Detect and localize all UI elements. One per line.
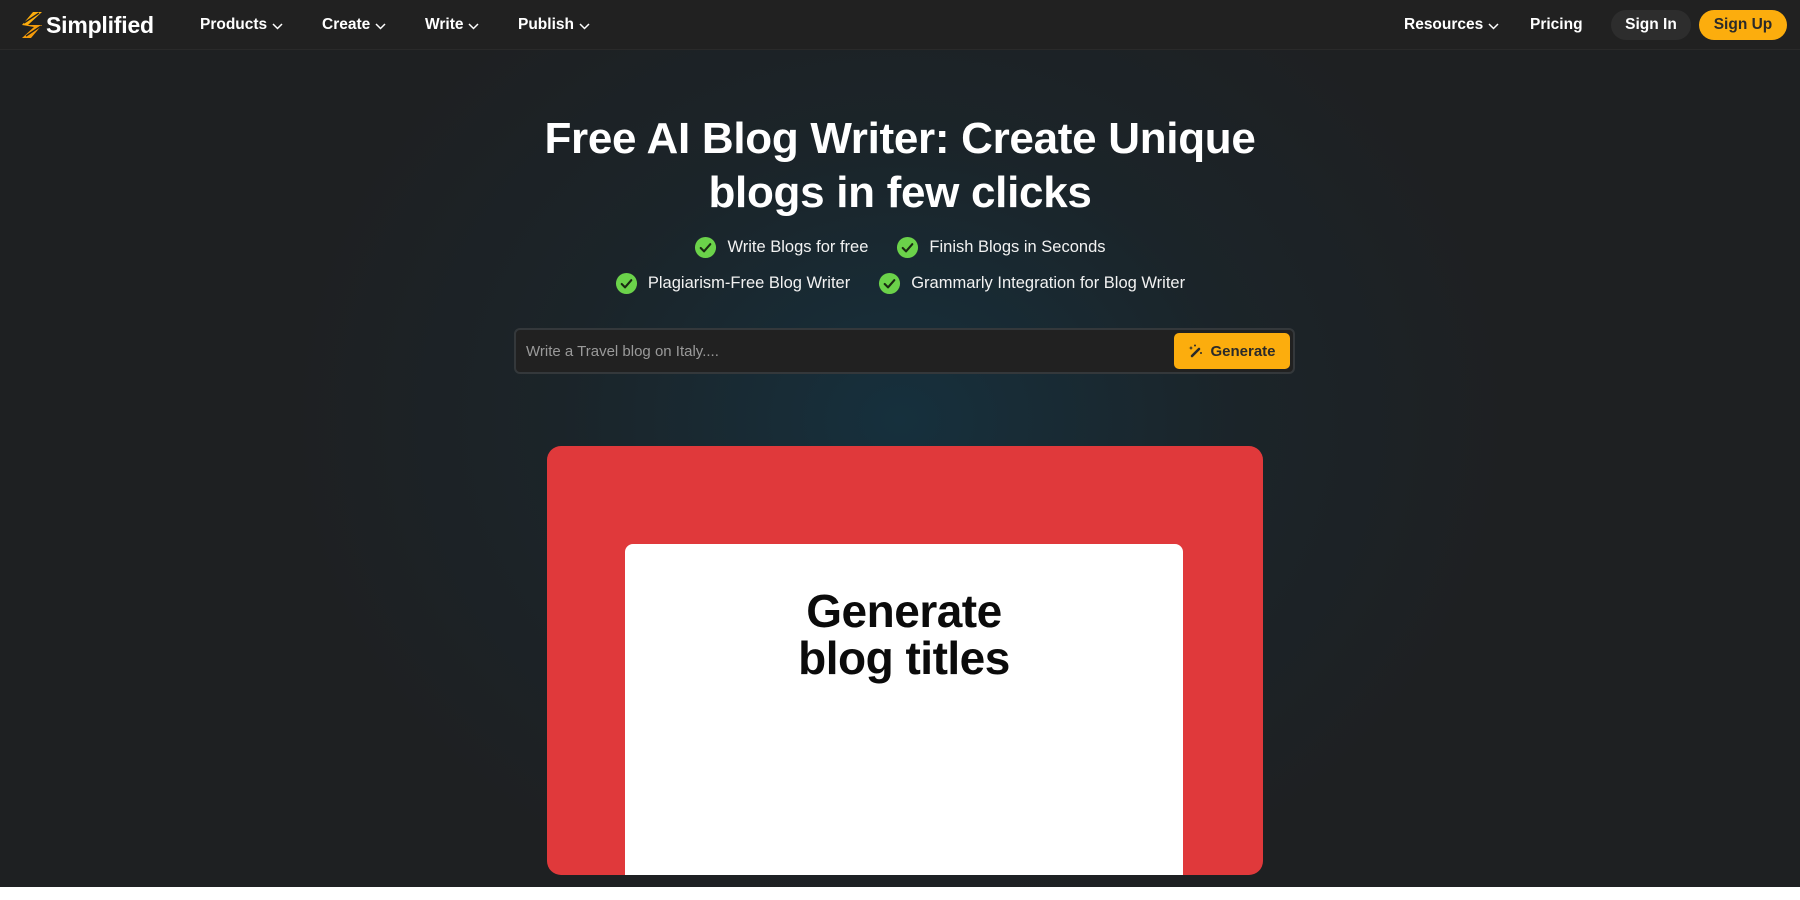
nav-create[interactable]: Create bbox=[322, 13, 386, 37]
demo-heading: Generate blog titles bbox=[625, 588, 1183, 682]
feature-item: Grammarly Integration for Blog Writer bbox=[878, 272, 1185, 295]
check-circle-icon bbox=[615, 272, 637, 295]
feature-list-row-1: Write Blogs for free Finish Blogs in Sec… bbox=[400, 236, 1400, 259]
chevron-down-icon bbox=[272, 22, 283, 30]
simplified-logo-icon bbox=[22, 12, 42, 38]
feature-item: Finish Blogs in Seconds bbox=[896, 236, 1106, 259]
page-title: Free AI Blog Writer: Create Unique blogs… bbox=[400, 112, 1400, 220]
nav-write-label: Write bbox=[425, 16, 464, 33]
sign-up-button[interactable]: Sign Up bbox=[1699, 10, 1787, 40]
nav-pricing[interactable]: Pricing bbox=[1530, 13, 1583, 37]
feature-item: Plagiarism-Free Blog Writer bbox=[615, 272, 850, 295]
chevron-down-icon bbox=[468, 22, 480, 30]
feature-label: Plagiarism-Free Blog Writer bbox=[647, 274, 851, 292]
feature-list-row-2: Plagiarism-Free Blog Writer Grammarly In… bbox=[400, 272, 1400, 295]
nav-products-label: Products bbox=[200, 16, 268, 33]
page-background: Simplified Products Create Write Publish… bbox=[0, 0, 1800, 887]
nav-publish[interactable]: Publish bbox=[518, 13, 590, 37]
chevron-down-icon bbox=[579, 22, 590, 30]
nav-create-label: Create bbox=[322, 16, 371, 33]
demo-video-frame: Generate blog titles bbox=[547, 446, 1263, 875]
generate-button-label: Generate bbox=[1210, 342, 1276, 360]
check-circle-icon bbox=[879, 272, 901, 295]
generate-button[interactable]: Generate bbox=[1174, 333, 1290, 369]
nav-write[interactable]: Write bbox=[425, 13, 480, 37]
page-title-line2: blogs in few clicks bbox=[708, 168, 1092, 217]
feature-item: Write Blogs for free bbox=[694, 236, 868, 259]
page-bottom-edge bbox=[0, 887, 1800, 900]
chevron-down-icon bbox=[1488, 22, 1499, 30]
nav-pricing-label: Pricing bbox=[1530, 16, 1583, 33]
chevron-down-icon bbox=[375, 22, 386, 30]
check-circle-icon bbox=[695, 236, 717, 259]
top-navigation: Simplified Products Create Write Publish… bbox=[0, 0, 1800, 50]
nav-resources-label: Resources bbox=[1404, 16, 1484, 33]
brand-logo[interactable]: Simplified bbox=[20, 9, 154, 41]
blog-prompt-form: Generate bbox=[514, 328, 1295, 374]
sign-in-button[interactable]: Sign In bbox=[1611, 10, 1691, 40]
feature-label: Grammarly Integration for Blog Writer bbox=[911, 274, 1186, 292]
feature-label: Finish Blogs in Seconds bbox=[929, 238, 1106, 256]
check-circle-icon bbox=[897, 236, 919, 259]
nav-resources[interactable]: Resources bbox=[1404, 13, 1499, 37]
nav-publish-label: Publish bbox=[518, 16, 574, 33]
brand-name: Simplified bbox=[46, 11, 154, 38]
demo-screen: Generate blog titles bbox=[625, 544, 1183, 875]
magic-wand-icon bbox=[1189, 344, 1203, 358]
blog-prompt-input[interactable] bbox=[526, 330, 1166, 372]
demo-heading-line2: blog titles bbox=[798, 632, 1010, 684]
page-title-line1: Free AI Blog Writer: Create Unique bbox=[544, 114, 1256, 163]
nav-products[interactable]: Products bbox=[200, 13, 283, 37]
demo-heading-line1: Generate bbox=[806, 585, 1002, 637]
feature-label: Write Blogs for free bbox=[727, 238, 869, 256]
